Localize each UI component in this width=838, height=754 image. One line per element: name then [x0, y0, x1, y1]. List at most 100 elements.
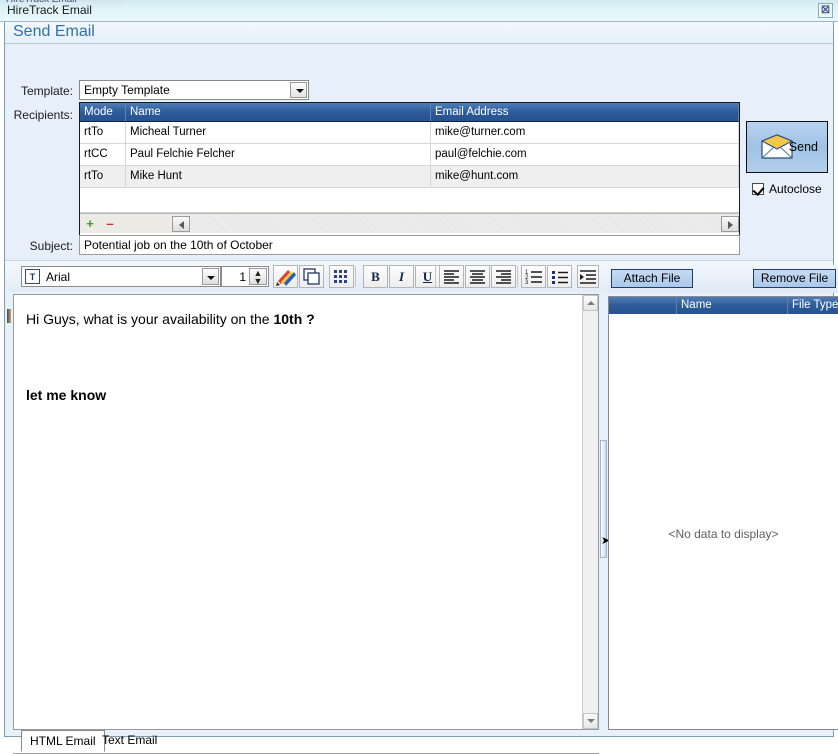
panel-splitter[interactable]: ➤: [599, 294, 610, 730]
editor-tabs: HTML Email Text Email: [13, 730, 599, 754]
tab-text-email[interactable]: Text Email: [94, 730, 165, 752]
grid-navigator: + –: [80, 213, 739, 233]
window-titlebar: HireTrack Email HireTrack Email ☒: [0, 0, 838, 22]
spinner-arrows-icon[interactable]: ▲ ▼: [249, 268, 267, 286]
align-center-icon: [470, 270, 485, 284]
align-center-button[interactable]: [465, 265, 490, 288]
underline-button[interactable]: U: [415, 265, 440, 288]
remove-recipient-icon[interactable]: –: [100, 216, 120, 231]
attachments-grid[interactable]: Name File Type <No data to display>: [608, 296, 838, 730]
numbered-list-icon: 123: [525, 270, 542, 286]
cell-mode: rtCC: [80, 144, 126, 165]
copy-icon: [303, 268, 320, 285]
column-header-attachment-name[interactable]: Name: [677, 297, 788, 314]
copy-button[interactable]: [299, 265, 324, 288]
recipients-grid-header: Mode Name Email Address: [80, 103, 739, 122]
align-left-icon: [444, 270, 459, 284]
scroll-left-icon[interactable]: [172, 215, 190, 232]
attachments-grid-header: Name File Type: [609, 297, 838, 314]
cell-mode: rtTo: [80, 122, 126, 143]
editor-line-1-plain: Hi Guys, what is your availability on th…: [26, 311, 274, 327]
attachments-empty-message: <No data to display>: [668, 527, 779, 541]
bold-button[interactable]: B: [363, 265, 388, 288]
font-size-value: 1: [239, 270, 246, 284]
scroll-down-icon[interactable]: [583, 713, 598, 729]
html-email-editor[interactable]: Hi Guys, what is your availability on th…: [13, 294, 599, 730]
column-header-name[interactable]: Name: [126, 103, 431, 121]
attachment-toolbar: Attach File Remove File: [608, 265, 838, 293]
cell-name: Micheal Turner: [126, 122, 431, 143]
indent-button[interactable]: [577, 265, 599, 288]
bulleted-list-button[interactable]: [547, 265, 572, 288]
svg-text:3: 3: [525, 280, 529, 286]
cell-email: mike@hunt.com: [431, 166, 739, 187]
page-title: Send Email: [13, 23, 95, 40]
subject-label: Subject:: [29, 239, 73, 253]
send-button-label: Send: [788, 140, 818, 154]
cell-name: Paul Felchie Felcher: [126, 144, 431, 165]
cell-name: Mike Hunt: [126, 166, 431, 187]
tab-html-email[interactable]: HTML Email: [21, 730, 105, 752]
editor-line-blank: [26, 349, 570, 365]
top-form-area: Template: Empty Template Recipients: Mod…: [5, 44, 833, 260]
column-header-mode[interactable]: Mode: [80, 103, 126, 121]
send-button[interactable]: Send: [746, 121, 828, 173]
close-icon[interactable]: ☒: [818, 3, 833, 18]
pencils-icon: [276, 270, 296, 286]
align-right-button[interactable]: [491, 265, 516, 288]
template-combobox[interactable]: Empty Template: [79, 80, 309, 100]
font-size-stepper[interactable]: 1 ▲ ▼: [221, 266, 269, 287]
horizontal-scroll-track[interactable]: [190, 214, 721, 233]
cell-email: paul@felchie.com: [431, 144, 739, 165]
chevron-down-icon[interactable]: [290, 82, 307, 98]
scroll-right-icon[interactable]: [721, 215, 739, 232]
autoclose-label: Autoclose: [769, 182, 822, 196]
font-family-combobox[interactable]: T Arial: [21, 266, 221, 287]
grid-icon: [334, 270, 347, 283]
hiretrack-email-window: HireTrack Email HireTrack Email ☒ Send E…: [0, 0, 838, 754]
recipients-grid[interactable]: Mode Name Email Address rtTo Micheal Tur…: [79, 102, 740, 250]
cell-email: mike@turner.com: [431, 122, 739, 143]
left-splitter-handle[interactable]: [7, 309, 11, 323]
scroll-up-icon[interactable]: [583, 295, 598, 311]
autoclose-checkbox[interactable]: [752, 183, 764, 195]
indent-icon: [580, 270, 596, 284]
font-family-value: Arial: [46, 270, 71, 284]
italic-glyph: I: [398, 269, 405, 284]
numbered-list-button[interactable]: 123: [521, 265, 546, 288]
add-recipient-icon[interactable]: +: [80, 216, 100, 231]
editor-line-2: let me know: [26, 387, 107, 403]
table-row[interactable]: rtTo Mike Hunt mike@hunt.com: [80, 166, 739, 188]
editor-line-1-bold: 10th ?: [273, 311, 315, 327]
editor-vertical-scrollbar[interactable]: [582, 295, 598, 729]
template-label: Template:: [20, 84, 73, 98]
bold-glyph: B: [371, 269, 380, 284]
editor-line-1: Hi Guys, what is your availability on th…: [26, 311, 570, 327]
column-header-email[interactable]: Email Address: [431, 103, 739, 121]
font-icon: T: [25, 269, 40, 284]
table-row[interactable]: rtCC Paul Felchie Felcher paul@felchie.c…: [80, 144, 739, 166]
subject-input[interactable]: Potential job on the 10th of October: [79, 235, 740, 255]
column-header-blank[interactable]: [609, 297, 677, 314]
italic-button[interactable]: I: [389, 265, 414, 288]
subject-value: Potential job on the 10th of October: [84, 238, 273, 252]
bulleted-list-icon: [552, 271, 568, 284]
column-header-file-type[interactable]: File Type: [788, 297, 838, 314]
remove-file-button[interactable]: Remove File: [753, 269, 836, 288]
page-header: Send Email: [5, 22, 833, 44]
grid-empty-space: [80, 188, 739, 213]
attach-file-button[interactable]: Attach File: [611, 269, 693, 288]
window-title: HireTrack Email: [7, 3, 92, 17]
highlight-color-button[interactable]: [273, 265, 298, 288]
underline-glyph: U: [422, 269, 433, 284]
editor-content[interactable]: Hi Guys, what is your availability on th…: [14, 295, 582, 729]
recipients-label: Recipients:: [13, 108, 73, 122]
client-area: Send Email Template: Empty Template Reci…: [4, 22, 838, 754]
template-value: Empty Template: [84, 83, 170, 97]
cell-mode: rtTo: [80, 166, 126, 187]
chevron-down-icon[interactable]: [202, 268, 219, 285]
align-right-icon: [496, 270, 511, 284]
table-button[interactable]: [329, 265, 354, 288]
table-row[interactable]: rtTo Micheal Turner mike@turner.com: [80, 122, 739, 144]
align-left-button[interactable]: [439, 265, 464, 288]
